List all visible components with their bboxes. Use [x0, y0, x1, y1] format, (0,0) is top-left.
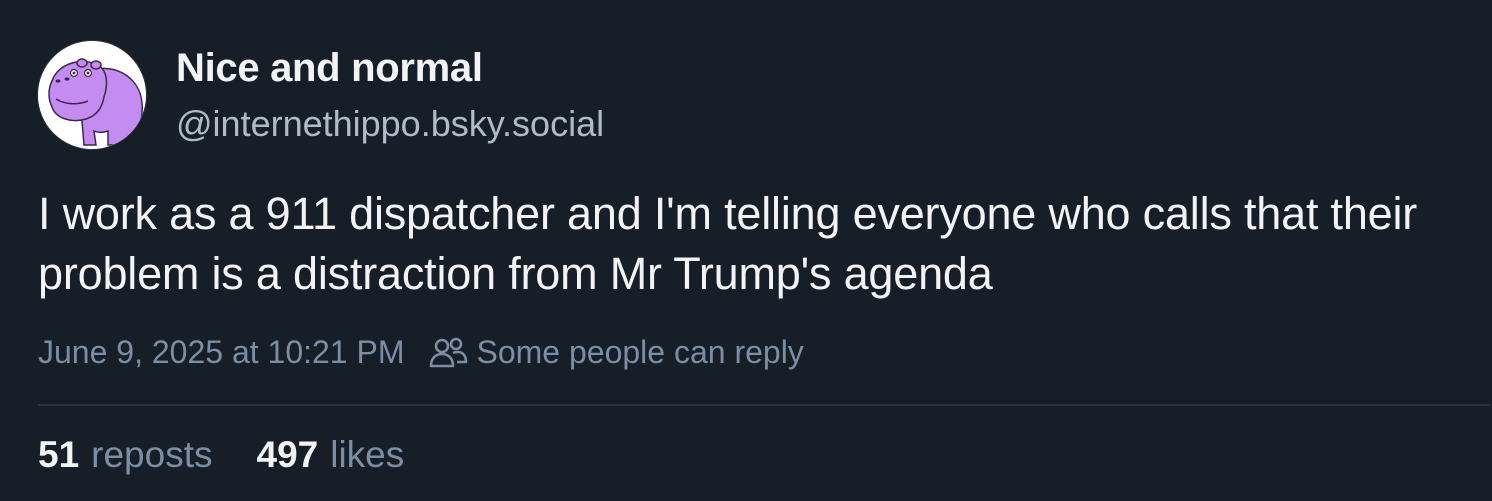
- author-display-name[interactable]: Nice and normal: [176, 46, 483, 91]
- post-card: Nice and normal @internethippo.bsky.soci…: [0, 0, 1492, 501]
- likes-label: likes: [330, 434, 405, 475]
- likes-stat[interactable]: 497 likes: [257, 434, 405, 476]
- people-icon: [428, 335, 468, 371]
- author-handle[interactable]: @internethippo.bsky.social: [176, 103, 604, 145]
- post-text: I work as a 911 dispatcher and I'm telli…: [38, 188, 1418, 299]
- reposts-label: reposts: [91, 434, 213, 475]
- post-meta: June 9, 2025 at 10:21 PM Some people can…: [38, 334, 804, 371]
- reposts-stat[interactable]: 51 reposts: [38, 434, 213, 476]
- likes-count: 497: [256, 434, 319, 475]
- hippo-avatar-icon: [38, 41, 146, 149]
- post-stats: 51 reposts 497 likes: [38, 434, 448, 476]
- post-timestamp[interactable]: June 9, 2025 at 10:21 PM: [38, 334, 404, 371]
- reposts-count: 51: [38, 434, 80, 475]
- reply-setting: Some people can reply: [476, 334, 804, 370]
- avatar[interactable]: [38, 41, 146, 149]
- divider: [38, 404, 1490, 406]
